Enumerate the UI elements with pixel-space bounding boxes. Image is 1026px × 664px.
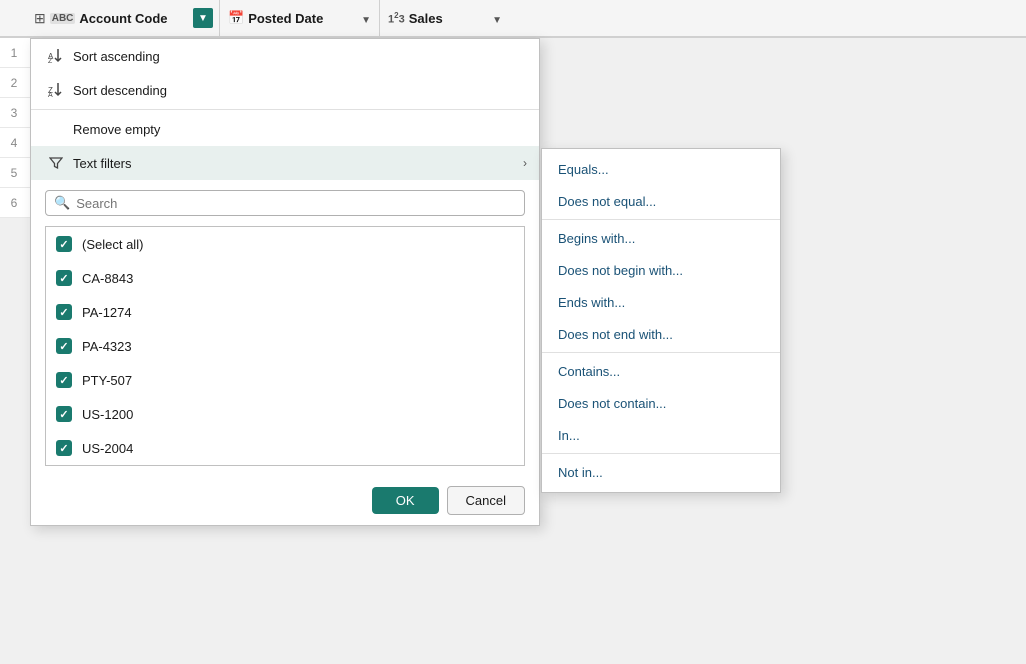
filter-dropdown-menu: A Z Sort ascending Z A Sort descending R… bbox=[30, 38, 540, 526]
sales-dropdown-button[interactable]: ▼ bbox=[492, 11, 502, 26]
checkbox-item[interactable]: ✓ PA-1274 bbox=[46, 295, 524, 329]
checkbox-label: PTY-507 bbox=[82, 373, 132, 388]
ok-button[interactable]: OK bbox=[372, 487, 439, 514]
checkbox[interactable]: ✓ bbox=[56, 406, 72, 422]
row-number: 5 bbox=[0, 166, 28, 180]
checkbox-item[interactable]: ✓ (Select all) bbox=[46, 227, 524, 261]
checkmark-icon: ✓ bbox=[59, 374, 68, 387]
checkmark-icon: ✓ bbox=[59, 238, 68, 251]
posted-date-column-header: 📅 Posted Date ▼ bbox=[220, 0, 380, 36]
submenu-separator bbox=[542, 453, 780, 454]
sort-descending-label: Sort descending bbox=[73, 83, 167, 98]
filter-icon bbox=[47, 156, 65, 170]
checkbox-item[interactable]: ✓ PTY-507 bbox=[46, 363, 524, 397]
checkbox-item[interactable]: ✓ PA-4323 bbox=[46, 329, 524, 363]
sort-ascending-icon: A Z bbox=[47, 47, 65, 66]
remove-empty-label: Remove empty bbox=[73, 122, 160, 137]
search-container: 🔍 bbox=[31, 180, 539, 226]
checkbox-label: (Select all) bbox=[82, 237, 143, 252]
account-code-column-header: ⊞ ABC Account Code ▼ bbox=[28, 0, 220, 36]
submenu-item[interactable]: Not in... bbox=[542, 456, 780, 488]
checkbox[interactable]: ✓ bbox=[56, 440, 72, 456]
checkbox-item[interactable]: ✓ US-2004 bbox=[46, 431, 524, 465]
submenu-item[interactable]: Contains... bbox=[542, 355, 780, 387]
checkmark-icon: ✓ bbox=[59, 442, 68, 455]
svg-text:Z: Z bbox=[48, 58, 53, 63]
sales-header-title: Sales bbox=[409, 11, 488, 26]
checkbox-list: ✓ (Select all) ✓ CA-8843 ✓ PA-1274 ✓ PA-… bbox=[45, 226, 525, 466]
svg-text:A: A bbox=[48, 92, 53, 97]
sales-dropdown-arrow-icon: ▼ bbox=[492, 15, 502, 26]
dropdown-arrow-icon: ▼ bbox=[198, 13, 208, 24]
checkmark-icon: ✓ bbox=[59, 408, 68, 421]
cancel-button[interactable]: Cancel bbox=[447, 486, 525, 515]
checkbox[interactable]: ✓ bbox=[56, 270, 72, 286]
submenu-separator bbox=[542, 352, 780, 353]
checkbox-item[interactable]: ✓ US-1200 bbox=[46, 397, 524, 431]
checkbox[interactable]: ✓ bbox=[56, 236, 72, 252]
row-number: 3 bbox=[0, 106, 28, 120]
sales-number-icon: 123 bbox=[388, 11, 405, 26]
row-number: 4 bbox=[0, 136, 28, 150]
submenu-item[interactable]: Does not end with... bbox=[542, 318, 780, 350]
submenu-item[interactable]: Begins with... bbox=[542, 222, 780, 254]
row-number: 6 bbox=[0, 196, 28, 210]
text-filters-item[interactable]: Text filters › bbox=[31, 146, 539, 180]
calendar-icon: 📅 bbox=[228, 10, 244, 26]
checkbox[interactable]: ✓ bbox=[56, 338, 72, 354]
checkbox-label: CA-8843 bbox=[82, 271, 133, 286]
checkbox[interactable]: ✓ bbox=[56, 304, 72, 320]
text-filters-submenu: Equals...Does not equal... Begins with...… bbox=[541, 148, 781, 493]
checkmark-icon: ✓ bbox=[59, 272, 68, 285]
row-number: 2 bbox=[0, 76, 28, 90]
sort-descending-item[interactable]: Z A Sort descending bbox=[31, 73, 539, 107]
checkmark-icon: ✓ bbox=[59, 340, 68, 353]
sort-ascending-item[interactable]: A Z Sort ascending bbox=[31, 39, 539, 73]
chevron-right-icon: › bbox=[523, 156, 527, 170]
account-code-header-title: Account Code bbox=[79, 11, 189, 26]
sort-ascending-label: Sort ascending bbox=[73, 49, 160, 64]
submenu-item[interactable]: Equals... bbox=[542, 153, 780, 185]
checkmark-icon: ✓ bbox=[59, 306, 68, 319]
grid-icon: ⊞ bbox=[34, 10, 46, 27]
checkbox-item[interactable]: ✓ CA-8843 bbox=[46, 261, 524, 295]
menu-footer: OK Cancel bbox=[31, 476, 539, 525]
account-code-dropdown-button[interactable]: ▼ bbox=[193, 8, 213, 28]
submenu-item[interactable]: Ends with... bbox=[542, 286, 780, 318]
submenu-item[interactable]: In... bbox=[542, 419, 780, 451]
checkbox[interactable]: ✓ bbox=[56, 372, 72, 388]
posted-date-header-title: Posted Date bbox=[248, 11, 357, 26]
submenu-item[interactable]: Does not begin with... bbox=[542, 254, 780, 286]
posted-date-dropdown-arrow-icon: ▼ bbox=[361, 15, 371, 26]
search-box: 🔍 bbox=[45, 190, 525, 216]
row-number: 1 bbox=[0, 46, 28, 60]
sales-column-header: 123 Sales ▼ bbox=[380, 0, 510, 36]
abc-icon: ABC bbox=[50, 13, 76, 24]
submenu-item[interactable]: Does not contain... bbox=[542, 387, 780, 419]
checkbox-label: PA-4323 bbox=[82, 339, 132, 354]
text-filters-label: Text filters bbox=[73, 156, 132, 171]
search-icon: 🔍 bbox=[54, 195, 70, 211]
submenu-separator bbox=[542, 219, 780, 220]
search-input[interactable] bbox=[76, 196, 516, 211]
table-header: ⊞ ABC Account Code ▼ 📅 Posted Date ▼ 123… bbox=[0, 0, 1026, 38]
checkbox-label: US-2004 bbox=[82, 441, 133, 456]
remove-empty-item[interactable]: Remove empty bbox=[31, 112, 539, 146]
submenu-item[interactable]: Does not equal... bbox=[542, 185, 780, 217]
checkbox-label: US-1200 bbox=[82, 407, 133, 422]
checkbox-label: PA-1274 bbox=[82, 305, 132, 320]
posted-date-dropdown-button[interactable]: ▼ bbox=[361, 11, 371, 26]
separator-1 bbox=[31, 109, 539, 110]
sort-descending-icon: Z A bbox=[47, 81, 65, 100]
